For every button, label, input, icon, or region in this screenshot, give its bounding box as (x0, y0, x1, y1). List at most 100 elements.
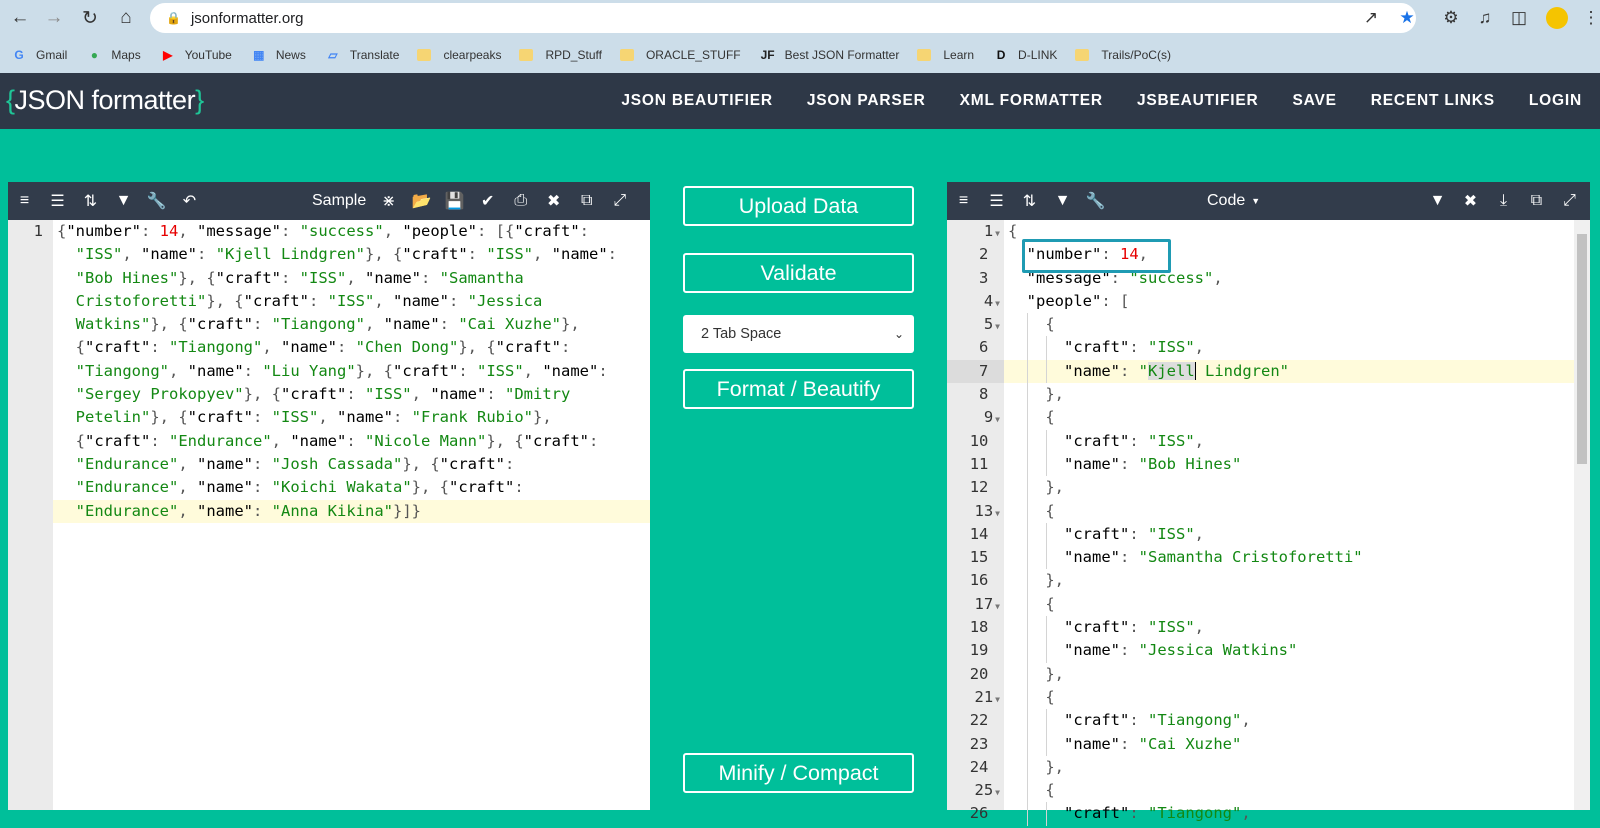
nav-link-json-beautifier[interactable]: JSON BEAUTIFIER (621, 92, 773, 110)
format-icon[interactable]: ☰ (980, 182, 1013, 220)
open-folder-icon[interactable]: 📂 (405, 182, 438, 220)
upload-data-button[interactable]: Upload Data (683, 186, 914, 226)
address-bar[interactable]: 🔒 jsonformatter.org (150, 3, 1416, 33)
indent-icon[interactable]: ≡ (8, 182, 41, 220)
bookmark-item[interactable]: JF Best JSON Formatter (759, 47, 900, 63)
caret-down-icon: ▼ (1251, 196, 1261, 206)
download-icon[interactable]: ⤓ (1487, 182, 1520, 220)
menu-icon[interactable]: ⋮ (1576, 2, 1600, 34)
bookmark-item[interactable]: G Gmail (10, 47, 67, 63)
code-token: "name" (1064, 641, 1120, 660)
input-code[interactable]: {"number": 14, "message": "success", "pe… (53, 220, 650, 523)
bookmark-item[interactable]: ORACLE_STUFF (619, 48, 741, 62)
fullscreen-icon[interactable]: ⤢ (1553, 182, 1586, 220)
code-token: "Endurance" (75, 454, 179, 473)
nav-link-recent-links[interactable]: RECENT LINKS (1371, 92, 1495, 110)
bookmark-item[interactable]: Trails/PoC(s) (1075, 48, 1171, 62)
fold-arrow-icon[interactable]: ▼ (995, 788, 1000, 797)
reload-icon[interactable]: ↻ (74, 2, 106, 34)
forward-icon[interactable]: → (38, 2, 70, 34)
fold-arrow-icon[interactable]: ▼ (995, 695, 1000, 704)
code-token: Watkins" (57, 315, 151, 334)
wrench-icon[interactable]: 🔧 (140, 182, 173, 220)
pin-icon[interactable]: ▼ (1421, 182, 1454, 220)
share-icon[interactable]: ↗ (1356, 2, 1386, 34)
fold-arrow-icon[interactable]: ▼ (995, 509, 1000, 518)
bookmark-item[interactable]: RPD_Stuff (519, 48, 602, 62)
sort-icon[interactable]: ⇅ (74, 182, 107, 220)
bookmark-label: YouTube (184, 47, 232, 62)
indent-guide (1046, 709, 1047, 733)
print-icon[interactable]: ⎙ (504, 182, 537, 220)
validate-button[interactable]: Validate (683, 253, 914, 293)
code-token: , (178, 478, 197, 497)
copy-icon[interactable]: ⧉ (570, 182, 603, 220)
fold-arrow-icon[interactable]: ▼ (995, 229, 1000, 238)
code-token: "Tiangong" (169, 338, 263, 357)
sort-icon[interactable]: ⇅ (1013, 182, 1046, 220)
bookmark-item[interactable]: ▶ YouTube (159, 47, 232, 63)
home-icon[interactable]: ⌂ (110, 2, 142, 34)
output-code[interactable]: { "number": 14, "message": "success", "p… (1004, 220, 1574, 826)
nav-link-login[interactable]: LOGIN (1529, 92, 1582, 110)
code-token: "Tiangong" (1148, 711, 1242, 730)
minify-compact-button[interactable]: Minify / Compact (683, 753, 914, 793)
save-disk-icon[interactable]: 💾 (438, 182, 471, 220)
format-icon[interactable]: ☰ (41, 182, 74, 220)
fold-arrow-icon[interactable]: ▼ (995, 415, 1000, 424)
code-token: "name" (551, 245, 608, 264)
check-icon[interactable]: ✔ (471, 182, 504, 220)
profile-avatar[interactable] (1542, 2, 1572, 34)
bookmark-item[interactable]: clearpeaks (417, 48, 501, 62)
clear-icon[interactable]: ✖ (1454, 182, 1487, 220)
code-line: "Sergey Prokopyev"}, {"craft": "ISS", "n… (53, 383, 650, 406)
code-token: "name" (365, 268, 421, 287)
fold-arrow-icon[interactable]: ▼ (995, 299, 1000, 308)
bookmark-item[interactable]: D D-LINK (992, 47, 1058, 63)
sample-button[interactable]: Sample (312, 192, 366, 210)
bookmark-item[interactable]: ● Maps (85, 47, 141, 63)
nav-link-xml-formatter[interactable]: XML FORMATTER (960, 92, 1103, 110)
bookmark-item[interactable]: ▦ News (250, 47, 306, 63)
vertical-scrollbar[interactable] (1574, 220, 1590, 810)
input-editor[interactable]: 1 {"number": 14, "message": "success", "… (8, 220, 650, 810)
clear-icon[interactable]: ✖ (537, 182, 570, 220)
scroll-thumb[interactable] (1577, 234, 1587, 464)
code-line: Petelin"}, {"craft": "ISS", "name": "Fra… (53, 406, 650, 429)
format-beautify-button[interactable]: Format / Beautify (683, 369, 914, 409)
indent-guide (1046, 546, 1047, 570)
code-token: , (169, 361, 188, 380)
news-icon: ▦ (253, 47, 265, 62)
sidepanel-icon[interactable]: ◫ (1504, 2, 1534, 34)
bookmark-item[interactable]: Learn (917, 48, 974, 62)
tab-space-select[interactable]: 2 Tab Space ⌄ (683, 315, 914, 353)
filter-icon[interactable]: ▼ (107, 182, 140, 220)
code-token: }, { (150, 408, 188, 427)
extensions-icon[interactable]: ⚙ (1436, 2, 1466, 34)
wrench-icon[interactable]: 🔧 (1079, 182, 1112, 220)
fold-arrow-icon[interactable]: ▼ (995, 602, 1000, 611)
copy-icon[interactable]: ⧉ (1520, 182, 1553, 220)
fullscreen-icon[interactable]: ⤢ (603, 182, 636, 220)
bookmark-star-icon[interactable]: ★ (1392, 2, 1422, 34)
indent-icon[interactable]: ≡ (947, 182, 980, 220)
mode-dropdown[interactable]: Code ▼ (1207, 182, 1260, 220)
back-icon[interactable]: ← (4, 2, 36, 34)
indent-guide (1046, 452, 1047, 477)
nav-link-json-parser[interactable]: JSON PARSER (807, 92, 926, 110)
nav-link-jsbeautifier[interactable]: JSBEAUTIFIER (1137, 92, 1259, 110)
usb-icon[interactable]: ⋇ (372, 182, 405, 220)
filter-icon[interactable]: ▼ (1046, 182, 1079, 220)
nav-link-save[interactable]: SAVE (1293, 92, 1337, 110)
media-icon[interactable]: ♫ (1470, 2, 1500, 34)
fold-arrow-icon[interactable]: ▼ (995, 322, 1000, 331)
bookmark-label: clearpeaks (443, 47, 502, 62)
site-logo[interactable]: {JSON formatter} (6, 85, 204, 116)
line-number: 3 (947, 267, 1004, 290)
bookmark-label: Translate (349, 47, 400, 62)
output-editor[interactable]: 1 ▼ 2 3 4 ▼ 5 ▼ 6 7 8 9 ▼ 10 11 12 13 ▼ 14 15 16 1… (947, 220, 1590, 826)
undo-icon[interactable]: ↶ (173, 182, 206, 220)
code-token: : (252, 408, 272, 427)
bookmark-item[interactable]: ▱ Translate (324, 47, 400, 63)
